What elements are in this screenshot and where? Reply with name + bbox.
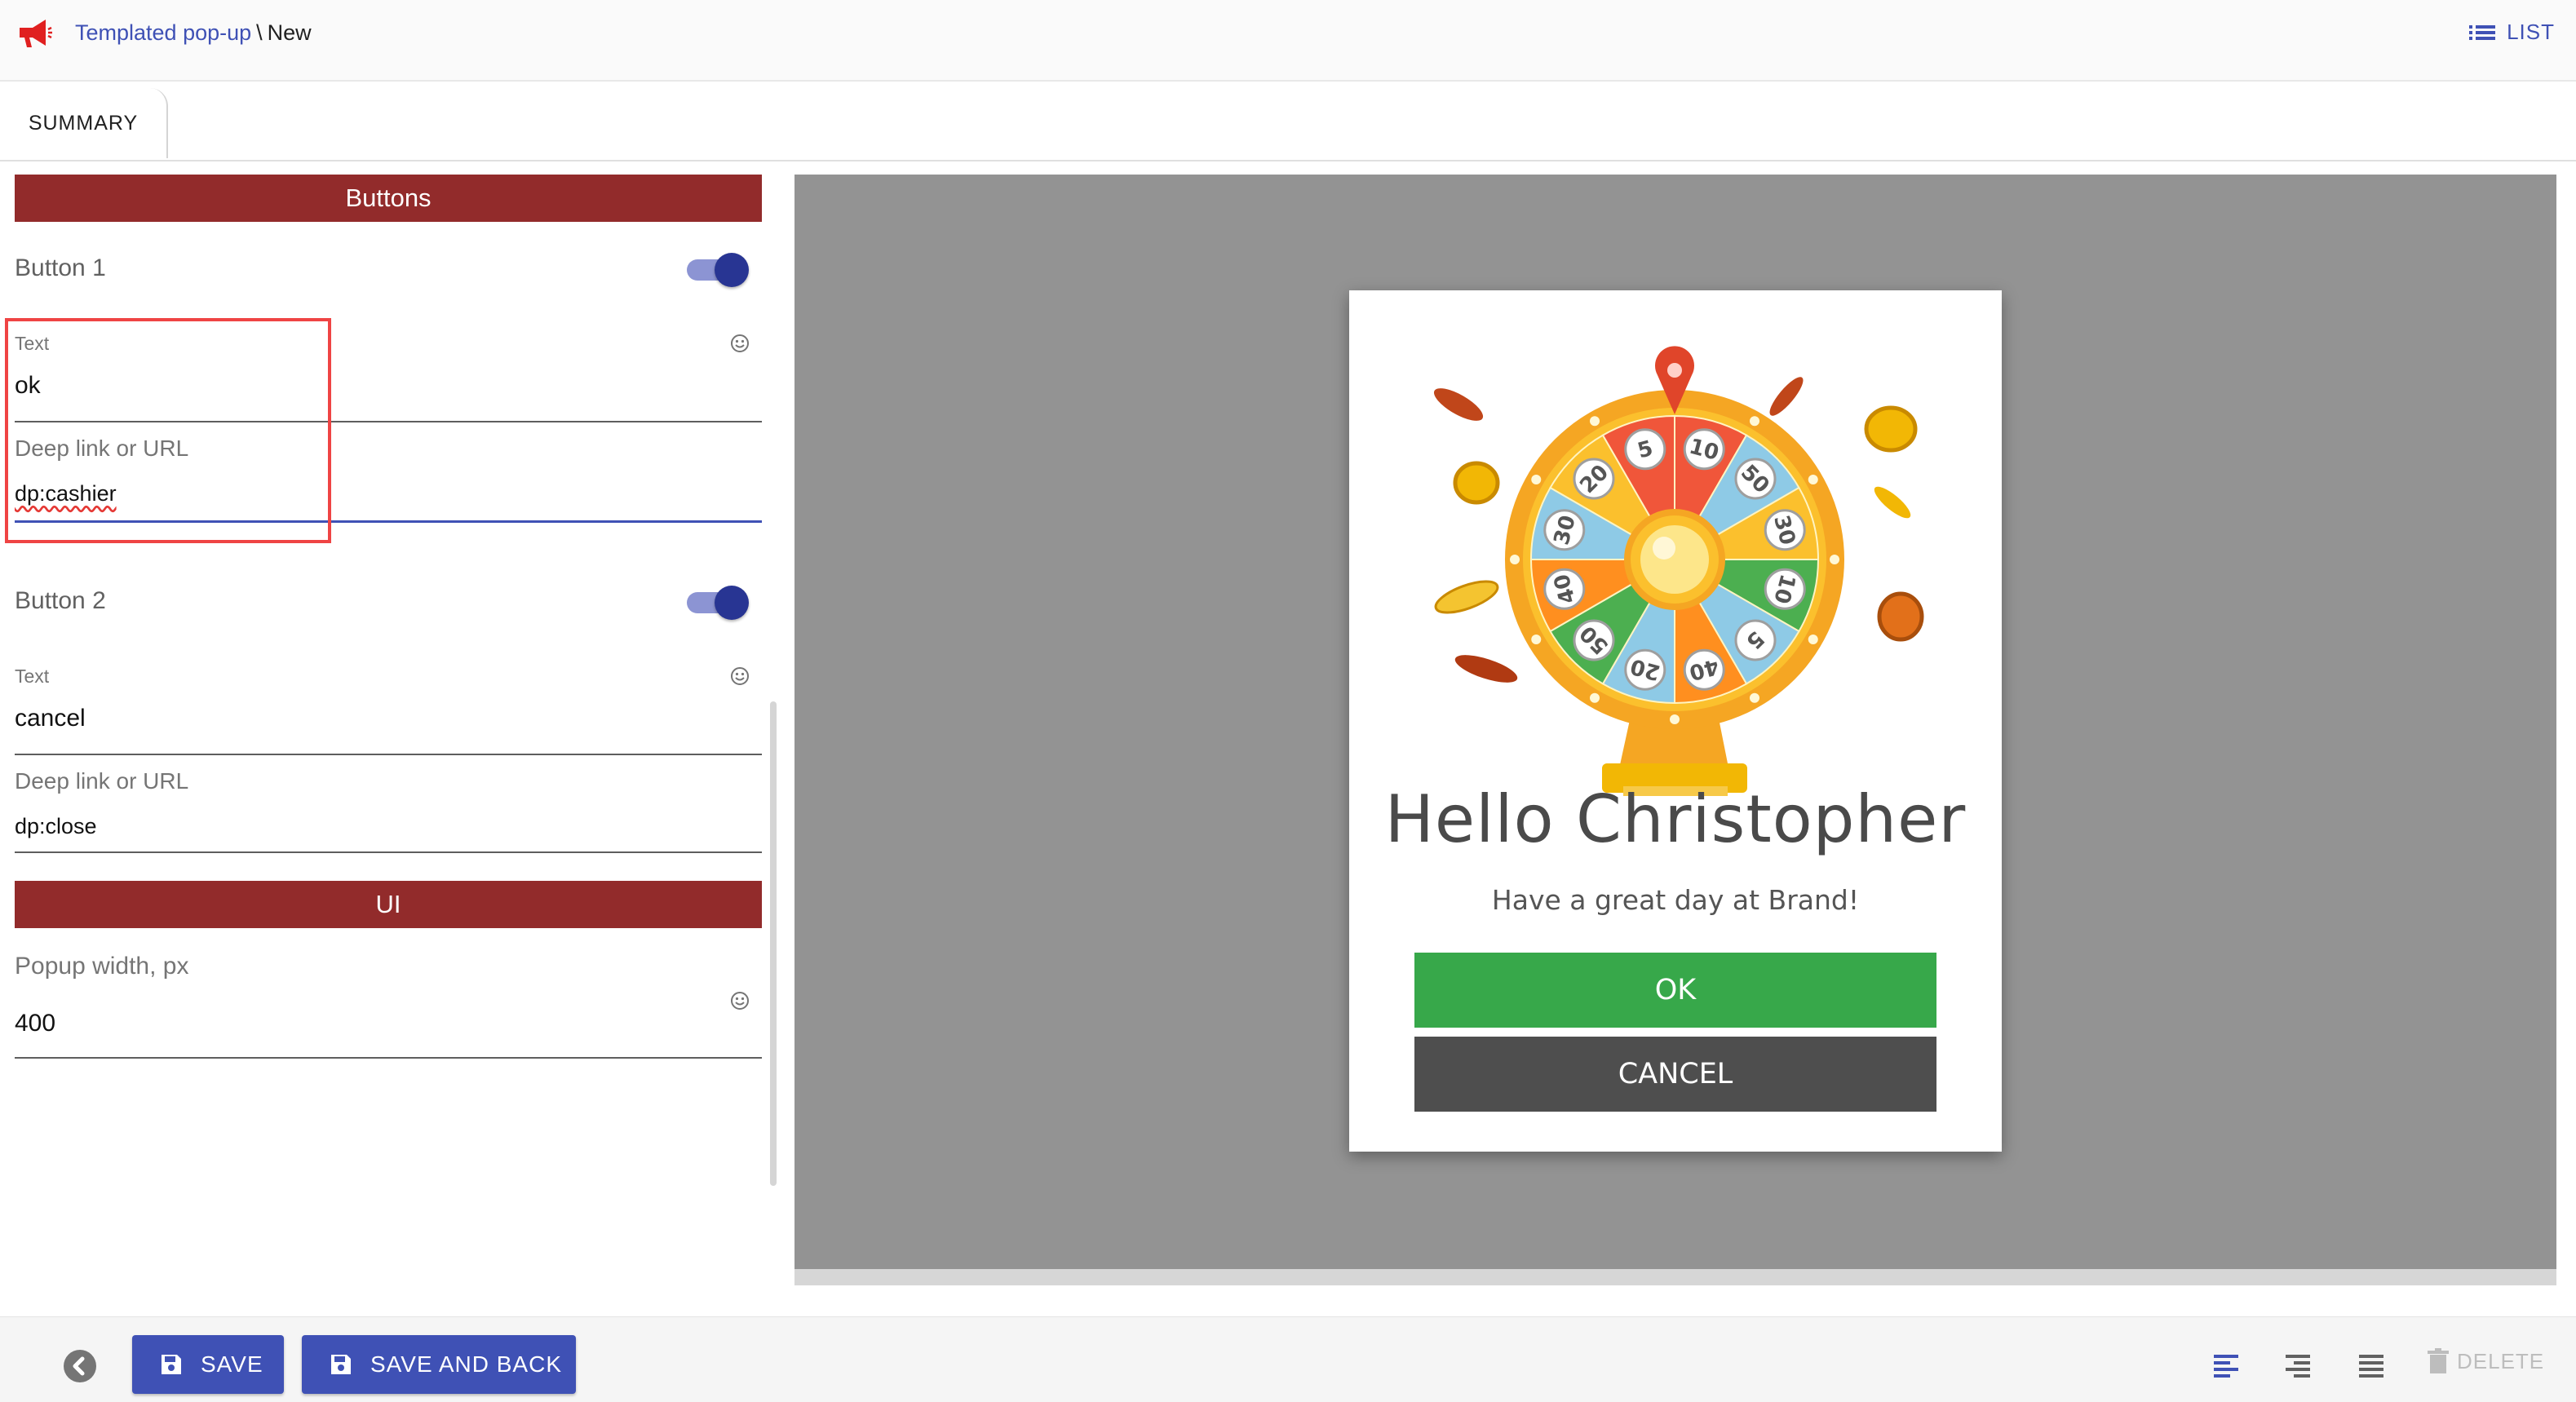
wheel-peg (1531, 475, 1542, 484)
button2-url-label: Deep link or URL (15, 768, 189, 794)
button1-toggle[interactable] (687, 253, 749, 287)
button2-toggle-label: Button 2 (15, 587, 106, 614)
wheel-peg (1670, 714, 1680, 724)
wheel-peg (1531, 635, 1542, 644)
button2-toggle[interactable] (687, 586, 749, 620)
button2-text-field[interactable]: Text cancel (15, 662, 762, 757)
save-button[interactable]: SAVE (132, 1335, 284, 1394)
emoji-icon[interactable] (729, 333, 750, 354)
emoji-icon[interactable] (729, 990, 750, 1011)
wheel-peg (1510, 555, 1520, 564)
emoji-icon[interactable] (729, 666, 750, 687)
footer-toolbar: SAVE SAVE AND BACK DELETE (0, 1316, 2576, 1402)
tab-bar: SUMMARY (0, 82, 2576, 161)
breadcrumb-current: New (267, 20, 312, 45)
list-icon (2469, 24, 2496, 40)
floppy-disk-icon (162, 1355, 181, 1374)
list-button[interactable]: LIST (2469, 20, 2555, 45)
popup-width-value[interactable]: 400 (15, 1010, 55, 1037)
highlight-box (5, 318, 331, 543)
megaphone-logo-icon[interactable] (15, 15, 52, 52)
wheel-peg (1808, 475, 1818, 484)
fortune-wheel-illustration: 10 50 30 10 5 40 20 50 40 30 20 5 (1427, 339, 1925, 796)
wheel-peg (1590, 416, 1600, 427)
wheel-peg (1750, 692, 1759, 703)
button2-text-value[interactable]: cancel (15, 705, 86, 732)
tab-summary[interactable]: SUMMARY (0, 88, 168, 158)
breadcrumb-separator: \ (256, 20, 263, 45)
breadcrumb-link[interactable]: Templated pop-up (75, 20, 251, 45)
popup-title: Hello Christopher (1384, 781, 1967, 857)
align-justify-icon[interactable] (2357, 1353, 2385, 1379)
preview-scrollbar[interactable] (794, 1269, 2556, 1285)
align-left-icon[interactable] (2212, 1353, 2240, 1379)
wheel-peg (1808, 635, 1818, 644)
popup-preview: 10 50 30 10 5 40 20 50 40 30 20 5 Hello Christopher… (1349, 290, 2002, 1152)
wheel-peg (1830, 555, 1839, 564)
button1-toggle-label: Button 1 (15, 254, 106, 281)
app-header: Templated pop-up \ New LIST (0, 0, 2576, 82)
breadcrumb: Templated pop-up \ New (75, 18, 312, 47)
save-and-back-label: SAVE AND BACK (370, 1351, 563, 1377)
back-button[interactable] (64, 1350, 96, 1382)
popup-cancel-button[interactable]: CANCEL (1414, 1037, 1936, 1112)
floppy-disk-icon (331, 1355, 351, 1374)
buttons-section-header: Buttons (15, 175, 762, 222)
delete-button[interactable]: DELETE (2428, 1348, 2544, 1374)
button2-url-value[interactable]: dp:close (15, 814, 97, 839)
wheel-peg (1590, 692, 1600, 703)
align-right-icon[interactable] (2284, 1353, 2312, 1379)
chevron-left-icon (73, 1356, 85, 1376)
save-label: SAVE (201, 1351, 263, 1377)
popup-ok-button[interactable]: OK (1414, 953, 1936, 1028)
button2-text-label: Text (15, 666, 50, 687)
popup-width-field[interactable]: Popup width, px 400 (15, 949, 762, 1060)
wheel-peg (1750, 416, 1759, 427)
popup-width-label: Popup width, px (15, 953, 189, 980)
button2-url-field[interactable]: Deep link or URL dp:close (15, 765, 762, 856)
form-scrollbar[interactable] (770, 701, 777, 1186)
ui-section-header: UI (15, 881, 762, 928)
save-and-back-button[interactable]: SAVE AND BACK (302, 1335, 576, 1394)
list-label: LIST (2507, 20, 2555, 44)
delete-label: DELETE (2457, 1348, 2545, 1373)
popup-subtitle: Have a great day at Brand! (1491, 884, 1860, 916)
trash-icon (2428, 1348, 2449, 1373)
